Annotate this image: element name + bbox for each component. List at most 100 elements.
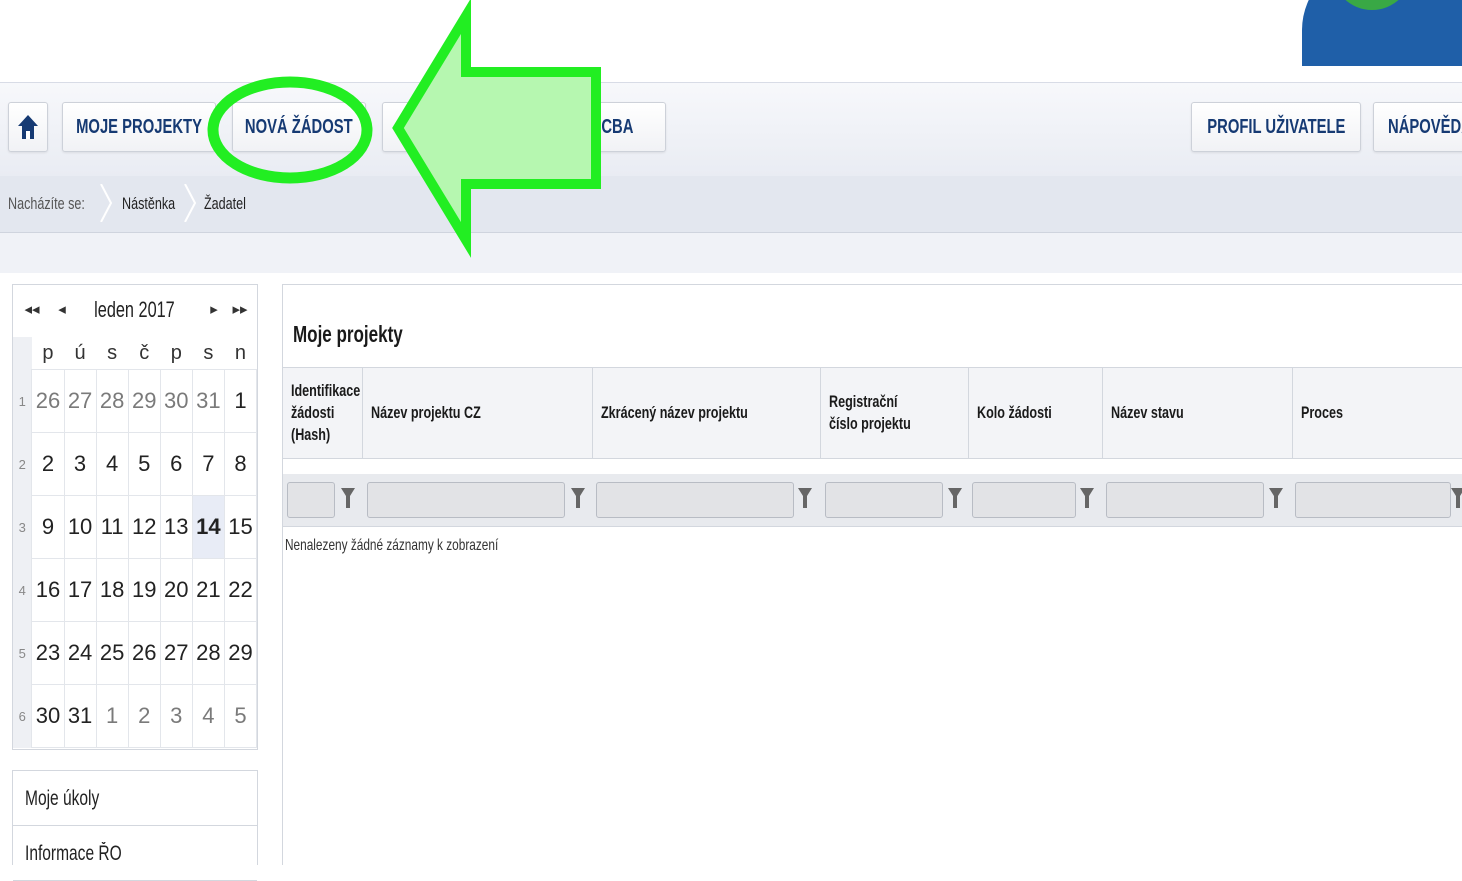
nav-profil-uzivatele-label: PROFIL UŽIVATELE <box>1206 115 1346 138</box>
calendar-day[interactable]: 1 <box>95 684 129 748</box>
calendar-day[interactable]: 13 <box>159 495 193 559</box>
calendar-day[interactable]: 3 <box>63 432 97 496</box>
calendar-day[interactable]: 2 <box>31 432 65 496</box>
home-icon <box>18 115 38 139</box>
calendar-day[interactable]: 24 <box>63 621 97 685</box>
calendar-day[interactable]: 4 <box>191 684 225 748</box>
nav-modul-cba-label: UL CBA <box>577 115 634 138</box>
col-header-zkraceny-nazev[interactable]: Zkrácený název projektu <box>593 368 821 458</box>
last-page-icon[interactable]: ▸▸ <box>229 299 251 321</box>
calendar-day[interactable]: 29 <box>223 621 258 685</box>
calendar-day[interactable]: 2 <box>127 684 161 748</box>
col-header-nazev-stavu[interactable]: Název stavu <box>1103 368 1293 458</box>
calendar-day[interactable]: 30 <box>159 369 193 433</box>
nav-nova-zadost-button[interactable]: NOVÁ ŽÁDOST <box>232 102 366 152</box>
calendar-day[interactable]: 7 <box>191 432 225 496</box>
calendar-day[interactable]: 14 <box>191 495 225 559</box>
nav-modul-cba-button[interactable]: UL CBA <box>382 102 666 152</box>
calendar-day[interactable]: 3 <box>159 684 193 748</box>
calendar-header: ◂◂ ◂ leden 2017 ▸ ▸▸ <box>13 285 257 337</box>
col-header-proces[interactable]: Proces <box>1293 368 1462 458</box>
col-header-registracni-cislo[interactable]: Registrační číslo projektu <box>821 368 969 458</box>
filter-icon[interactable] <box>1080 488 1094 510</box>
calendar-day[interactable]: 10 <box>63 495 97 559</box>
calendar-day[interactable]: 28 <box>191 621 225 685</box>
projects-table-header: Identifikace žádosti (Hash) Název projek… <box>283 367 1462 459</box>
calendar-day[interactable]: 17 <box>63 558 97 622</box>
filter-input-zkraceny-nazev[interactable] <box>596 482 794 518</box>
calendar-weekday: s <box>203 341 214 364</box>
col-header-nazev-projektu[interactable]: Název projektu CZ <box>363 368 593 458</box>
breadcrumb-item-zadatel[interactable]: Žadatel <box>204 194 246 214</box>
filter-input-kolo-zadosti[interactable] <box>972 482 1076 518</box>
calendar-day[interactable]: 27 <box>63 369 97 433</box>
filter-input-proces[interactable] <box>1295 482 1451 518</box>
nav-moje-projekty-button[interactable]: MOJE PROJEKTY <box>62 102 216 152</box>
projects-title: Moje projekty <box>293 321 403 347</box>
filter-input-identifikace[interactable] <box>287 482 335 518</box>
calendar-day[interactable]: 5 <box>223 684 258 748</box>
next-page-icon[interactable]: ▸ <box>203 299 225 321</box>
calendar-day[interactable]: 15 <box>223 495 258 559</box>
calendar-day[interactable]: 4 <box>95 432 129 496</box>
calendar-day[interactable]: 1 <box>223 369 258 433</box>
filter-input-nazev-projektu[interactable] <box>367 482 565 518</box>
calendar-day[interactable]: 27 <box>159 621 193 685</box>
main-navbar: MOJE PROJEKTY NOVÁ ŽÁDOST UL CBA PROFIL … <box>0 82 1462 177</box>
calendar-weekday: n <box>234 341 247 364</box>
side-item-informace-ro[interactable]: Informace ŘO <box>13 826 257 881</box>
calendar-day[interactable]: 11 <box>95 495 129 559</box>
calendar-day[interactable]: 18 <box>95 558 129 622</box>
calendar-day[interactable]: 22 <box>223 558 258 622</box>
calendar-day[interactable]: 26 <box>31 369 65 433</box>
calendar-day[interactable]: 28 <box>95 369 129 433</box>
filter-icon[interactable] <box>571 488 585 510</box>
calendar-day[interactable]: 16 <box>31 558 65 622</box>
nav-nova-zadost-label: NOVÁ ŽÁDOST <box>245 115 353 138</box>
nav-napoveda-label: NÁPOVĚDA <box>1388 115 1462 138</box>
calendar-day[interactable]: 30 <box>31 684 65 748</box>
breadcrumb-separator <box>184 184 196 222</box>
calendar-day[interactable]: 12 <box>127 495 161 559</box>
col-header-kolo-zadosti[interactable]: Kolo žádosti <box>969 368 1103 458</box>
calendar-day[interactable]: 21 <box>191 558 225 622</box>
col-header-identifikace[interactable]: Identifikace žádosti (Hash) <box>283 368 363 458</box>
side-menu: Moje úkoly Informace ŘO <box>12 770 258 881</box>
calendar-week-number: 4 <box>13 558 32 622</box>
nav-moje-projekty-label: MOJE PROJEKTY <box>76 115 202 138</box>
nav-napoveda-button[interactable]: NÁPOVĚDA <box>1373 102 1462 152</box>
calendar-day[interactable]: 9 <box>31 495 65 559</box>
brand-logo <box>1302 0 1462 66</box>
calendar-day[interactable]: 6 <box>159 432 193 496</box>
calendar-day[interactable]: 23 <box>31 621 65 685</box>
calendar-day[interactable]: 20 <box>159 558 193 622</box>
calendar-day[interactable]: 31 <box>63 684 97 748</box>
filter-icon[interactable] <box>341 488 355 510</box>
filter-input-registracni-cislo[interactable] <box>825 482 943 518</box>
calendar-day[interactable]: 5 <box>127 432 161 496</box>
calendar-day[interactable]: 8 <box>223 432 258 496</box>
first-page-icon[interactable]: ◂◂ <box>21 299 43 321</box>
side-item-moje-ukoly[interactable]: Moje úkoly <box>13 771 257 826</box>
filter-input-nazev-stavu[interactable] <box>1106 482 1264 518</box>
nav-profil-uzivatele-button[interactable]: PROFIL UŽIVATELE <box>1191 102 1361 152</box>
filter-icon[interactable] <box>948 488 962 510</box>
calendar-day[interactable]: 25 <box>95 621 129 685</box>
calendar-day[interactable]: 19 <box>127 558 161 622</box>
home-button[interactable] <box>8 102 48 152</box>
calendar-day[interactable]: 29 <box>127 369 161 433</box>
prev-page-icon[interactable]: ◂ <box>51 299 73 321</box>
calendar-week-number: 1 <box>13 369 32 433</box>
calendar-day[interactable]: 26 <box>127 621 161 685</box>
breadcrumb-item-nastenka[interactable]: Nástěnka <box>122 194 175 214</box>
calendar-weekday: p <box>42 341 54 364</box>
breadcrumb: Nacházíte se: Nástěnka Žadatel <box>0 176 1462 233</box>
filter-icon[interactable] <box>1451 488 1462 510</box>
filter-icon[interactable] <box>798 488 812 510</box>
calendar-week-number: 2 <box>13 432 32 496</box>
projects-filter-row <box>283 474 1462 527</box>
filter-icon[interactable] <box>1269 488 1283 510</box>
content-top-band <box>0 233 1462 273</box>
projects-panel: Moje projekty Identifikace žádosti (Hash… <box>282 284 1462 865</box>
calendar-day[interactable]: 31 <box>191 369 225 433</box>
